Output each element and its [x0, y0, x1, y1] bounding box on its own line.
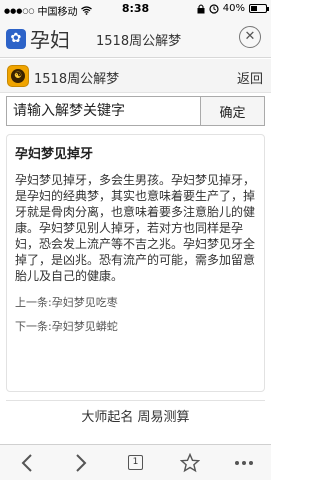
status-right: 40% — [197, 3, 269, 14]
status-bar: ●●●○○ 中国移动 8:38 40% — [0, 0, 271, 18]
prev-label: 上一条: — [15, 296, 52, 309]
battery-fill — [251, 6, 257, 11]
paw-icon: ✿ — [6, 28, 26, 49]
alarm-icon — [209, 3, 219, 14]
next-label: 下一条: — [15, 320, 52, 333]
more-button[interactable] — [227, 448, 261, 478]
forward-button[interactable] — [64, 448, 98, 478]
prev-link[interactable]: 孕妇梦见吃枣 — [52, 294, 118, 310]
site-name[interactable]: 1518周公解梦 — [34, 68, 119, 87]
more-icon — [234, 460, 253, 465]
search-input[interactable] — [7, 97, 200, 125]
related-links: 上一条: 孕妇梦见吃枣 下一条: 孕妇梦见蟒蛇 — [15, 294, 256, 334]
prev-item: 上一条: 孕妇梦见吃枣 — [15, 294, 256, 310]
article-card: 孕妇梦见掉牙 孕妇梦见掉牙，多会生男孩。孕妇梦见掉牙，是孕妇的经典梦，其实也意味… — [6, 134, 265, 392]
previous-tab-title: 孕妇 — [30, 28, 70, 52]
browser-header: ✿ 孕妇 1518周公解梦 ✕ — [0, 18, 271, 58]
battery-percent: 40% — [222, 3, 245, 14]
search-bar: 确定 — [6, 96, 265, 126]
previous-tab[interactable]: ✿ 孕妇 — [6, 24, 70, 53]
tabs-icon: 1 — [127, 455, 143, 470]
next-link[interactable]: 孕妇梦见蟒蛇 — [52, 318, 118, 334]
bookmark-button[interactable] — [173, 448, 207, 478]
close-icon[interactable]: ✕ — [239, 26, 261, 48]
browser-toolbar: 1 — [0, 444, 271, 480]
search-button[interactable]: 确定 — [200, 97, 264, 125]
star-icon — [179, 452, 200, 472]
lock-icon — [197, 4, 205, 13]
next-item: 下一条: 孕妇梦见蟒蛇 — [15, 318, 256, 334]
back-link[interactable]: 返回 — [237, 68, 263, 87]
page-tab-title: 1518周公解梦 — [96, 34, 182, 49]
forward-arrow-icon — [76, 453, 87, 472]
promo-banner[interactable]: 大师起名 周易测算 — [6, 400, 265, 434]
article-title: 孕妇梦见掉牙 — [15, 147, 94, 162]
site-header: ☯ 1518周公解梦 返回 — [0, 59, 271, 93]
back-button[interactable] — [10, 448, 44, 478]
back-arrow-icon — [21, 453, 32, 472]
tabs-button[interactable]: 1 — [118, 448, 152, 478]
article-body: 孕妇梦见掉牙，多会生男孩。孕妇梦见掉牙，是孕妇的经典梦，其实也意味着要生产了，掉… — [15, 173, 256, 283]
site-logo[interactable]: ☯ — [7, 65, 29, 87]
yin-yang-icon: ☯ — [11, 69, 25, 83]
battery-icon — [249, 4, 269, 13]
